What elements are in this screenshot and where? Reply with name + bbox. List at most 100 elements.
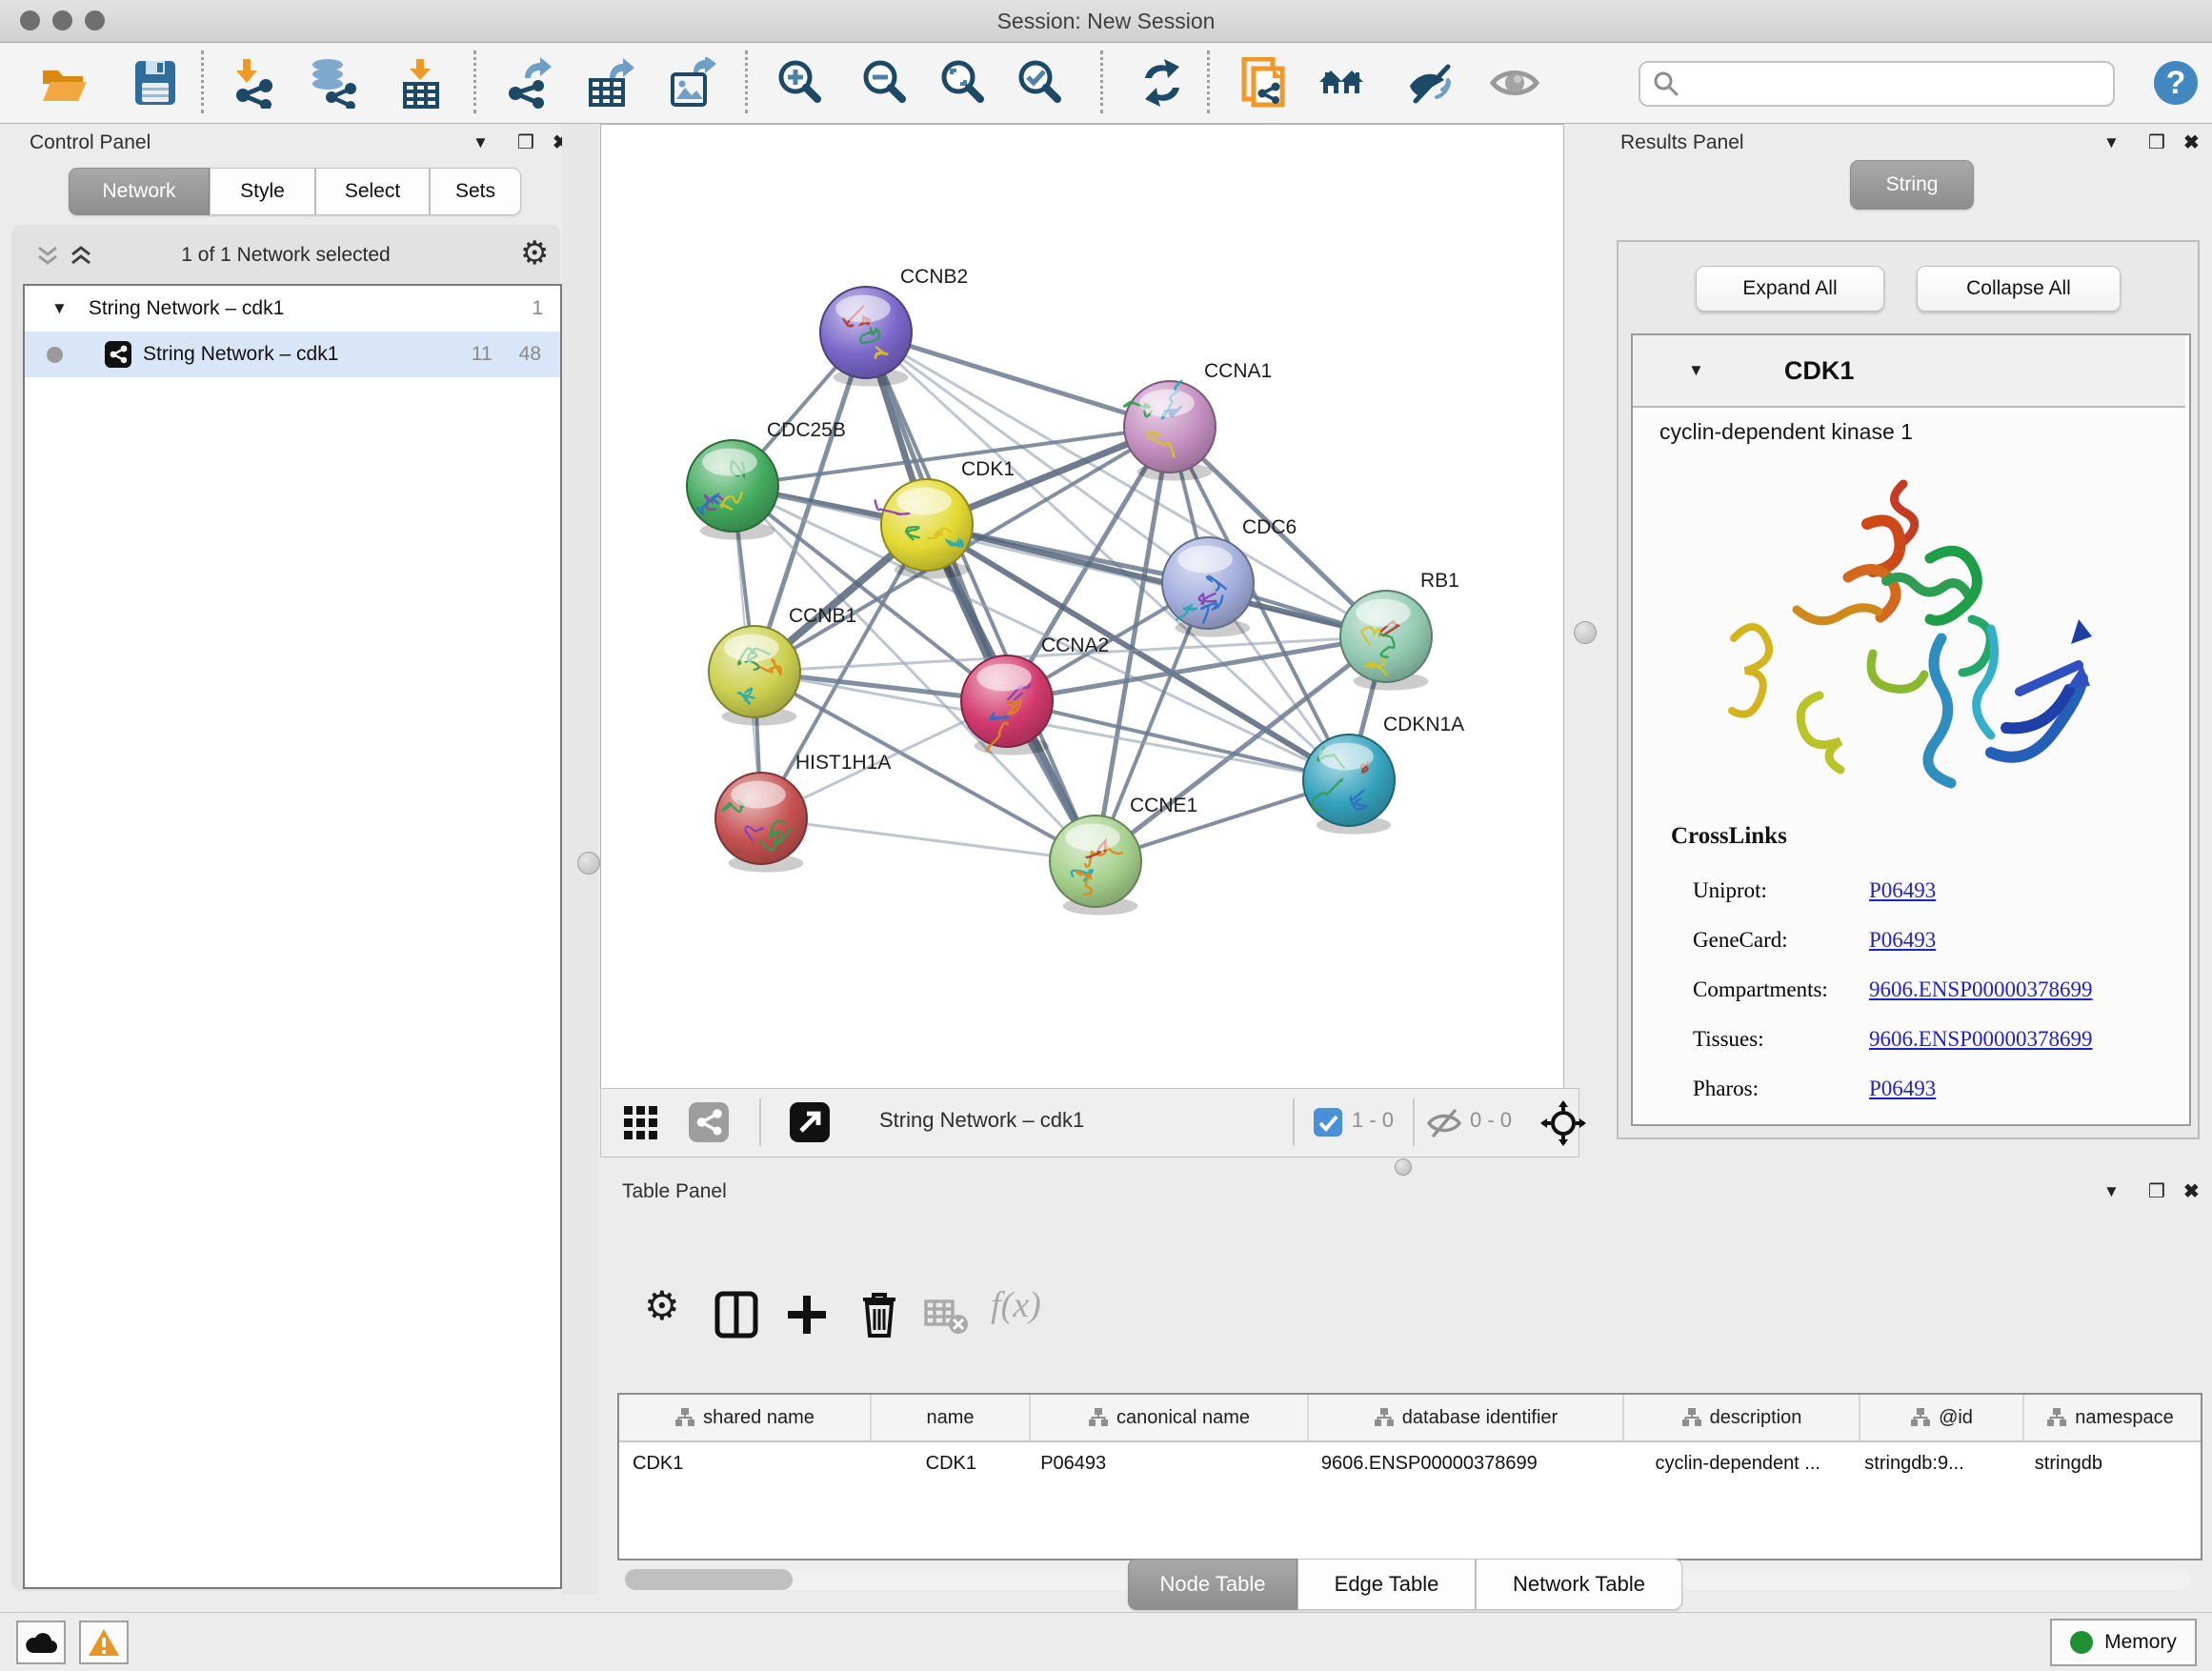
svg-text:RB1: RB1 <box>1420 570 1459 592</box>
separator <box>1413 1098 1415 1146</box>
clone-network-icon[interactable] <box>1240 57 1290 109</box>
network-canvas[interactable]: CCNB2CCNA1CDC25BCDK1CDC6RB1CCNB1CCNA2CDK… <box>600 124 1564 1089</box>
column-header[interactable]: name <box>872 1395 1031 1440</box>
column-header[interactable]: database identifier <box>1309 1395 1624 1440</box>
hidden-eye-slash-icon[interactable] <box>1426 1106 1462 1140</box>
tree-expander-icon[interactable]: ▼ <box>51 299 68 318</box>
network-collection-row[interactable]: ▼ String Network – cdk1 1 <box>25 286 560 332</box>
function-builder-icon[interactable]: f(x) <box>991 1284 1041 1326</box>
svg-text:CDKN1A: CDKN1A <box>1383 714 1464 735</box>
cell-database-identifier[interactable]: 9606.ENSP00000378699 <box>1308 1442 1624 1484</box>
edge-count: 48 <box>519 343 541 366</box>
delete-column-trash-icon[interactable] <box>855 1288 903 1341</box>
column-header[interactable]: @id <box>1860 1395 2024 1440</box>
home-networks-icon[interactable] <box>1317 57 1367 109</box>
delete-table-icon[interactable] <box>922 1288 970 1341</box>
main-toolbar: ? <box>0 43 2212 124</box>
toolbar-separator <box>1207 50 1210 113</box>
float-panel-icon[interactable]: ❒ <box>2148 131 2165 154</box>
crosslink-compartments-link[interactable]: 9606.ENSP00000378699 <box>1869 977 2093 1002</box>
panel-menu-icon[interactable]: ▼ <box>473 133 489 152</box>
cell-id[interactable]: stringdb:9... <box>1851 1442 2021 1484</box>
cell-namespace[interactable]: stringdb <box>2021 1442 2201 1484</box>
protein-section-header[interactable]: ▼ CDK1 <box>1633 335 2185 408</box>
search-input[interactable] <box>1688 66 2113 102</box>
export-image-icon[interactable] <box>667 57 716 109</box>
float-panel-icon[interactable]: ❒ <box>2148 1179 2165 1203</box>
scrollbar-thumb[interactable] <box>625 1569 793 1590</box>
crosslink-pharos-link[interactable]: P06493 <box>1869 1077 1936 1101</box>
cell-name[interactable]: CDK1 <box>875 1442 1028 1484</box>
import-network-database-icon[interactable] <box>307 57 356 109</box>
collapse-all-button[interactable]: Collapse All <box>1917 266 2121 312</box>
control-panel: Control Panel ▼ ❒ ✖ Network Style Select… <box>11 126 572 1595</box>
table-row[interactable]: CDK1 CDK1 P06493 9606.ENSP00000378699 cy… <box>619 1442 2201 1484</box>
cloud-button[interactable] <box>16 1621 66 1664</box>
svg-text:CDC6: CDC6 <box>1242 516 1297 538</box>
float-panel-icon[interactable]: ❒ <box>517 131 534 154</box>
tab-string[interactable]: String <box>1850 160 1974 210</box>
crosslink-genecard-link[interactable]: P06493 <box>1869 928 1936 953</box>
close-panel-icon[interactable]: ✖ <box>2183 131 2200 154</box>
export-network-icon[interactable] <box>504 57 553 109</box>
network-row-selected[interactable]: String Network – cdk1 11 48 <box>25 332 560 377</box>
memory-status-icon <box>2070 1631 2093 1654</box>
collection-count: 1 <box>532 297 543 320</box>
panel-menu-icon[interactable]: ▼ <box>2103 133 2120 152</box>
column-header[interactable]: canonical name <box>1031 1395 1309 1440</box>
tab-select[interactable]: Select <box>315 168 430 215</box>
memory-button[interactable]: Memory <box>2050 1619 2197 1666</box>
panel-menu-icon[interactable]: ▼ <box>2103 1182 2120 1201</box>
node-table: shared name name canonical name database… <box>617 1393 2202 1560</box>
right-splitter-knob[interactable] <box>1574 621 1597 644</box>
crosslink-uniprot-link[interactable]: P06493 <box>1869 878 1936 903</box>
section-expander-icon[interactable]: ▼ <box>1688 361 1704 380</box>
column-header[interactable]: shared name <box>619 1395 872 1440</box>
zoom-in-icon[interactable] <box>775 57 825 109</box>
hide-selected-eye-slash-icon[interactable] <box>1406 57 1456 109</box>
crosslink-tissues-link[interactable]: 9606.ENSP00000378699 <box>1869 1027 2093 1052</box>
tab-sets[interactable]: Sets <box>430 168 521 215</box>
show-eye-icon[interactable] <box>1490 57 1539 109</box>
network-options-gear-icon[interactable]: ⚙ <box>520 234 549 272</box>
search-field <box>1639 61 2115 107</box>
close-panel-icon[interactable]: ✖ <box>2183 1179 2200 1203</box>
zoom-fit-icon[interactable] <box>938 57 988 109</box>
column-header[interactable]: namespace <box>2024 1395 2196 1440</box>
zoom-selected-icon[interactable] <box>1016 57 1065 109</box>
warning-button[interactable] <box>79 1621 129 1664</box>
detach-view-icon[interactable] <box>790 1102 830 1142</box>
grid-view-icon[interactable] <box>622 1104 660 1142</box>
birds-eye-crosshair-icon[interactable] <box>1540 1100 1586 1146</box>
refresh-layout-icon[interactable] <box>1137 57 1187 109</box>
cell-shared-name[interactable]: CDK1 <box>619 1442 875 1484</box>
save-session-icon[interactable] <box>131 57 180 109</box>
cell-canonical-name[interactable]: P06493 <box>1027 1442 1308 1484</box>
import-table-icon[interactable] <box>395 57 445 109</box>
table-header-row: shared name name canonical name database… <box>619 1395 2201 1442</box>
open-file-icon[interactable] <box>39 57 89 109</box>
add-column-icon[interactable] <box>783 1288 831 1341</box>
table-options-gear-icon[interactable]: ⚙ <box>644 1282 680 1329</box>
export-table-icon[interactable] <box>585 57 634 109</box>
zoom-out-icon[interactable] <box>860 57 910 109</box>
crosslink-label: Uniprot: <box>1693 878 1767 903</box>
hierarchy-icon <box>1088 1407 1109 1428</box>
tab-network[interactable]: Network <box>69 168 210 215</box>
tab-edge-table[interactable]: Edge Table <box>1297 1559 1476 1610</box>
cell-description[interactable]: cyclin-dependent ... <box>1624 1442 1851 1484</box>
help-icon[interactable]: ? <box>2151 57 2201 109</box>
expand-all-button[interactable]: Expand All <box>1696 266 1884 312</box>
network-graph[interactable]: CCNB2CCNA1CDC25BCDK1CDC6RB1CCNB1CCNA2CDK… <box>601 125 1563 1088</box>
tab-node-table[interactable]: Node Table <box>1128 1559 1297 1610</box>
import-network-icon[interactable] <box>230 57 279 109</box>
network-share-gray-icon[interactable] <box>689 1102 729 1142</box>
control-panel-tabs: Network Style Select Sets <box>69 168 521 215</box>
tab-network-table[interactable]: Network Table <box>1476 1559 1682 1610</box>
column-header[interactable]: description <box>1624 1395 1860 1440</box>
selected-checkbox-icon[interactable] <box>1314 1108 1342 1137</box>
left-splitter-knob[interactable] <box>577 852 600 875</box>
tab-style[interactable]: Style <box>210 168 315 215</box>
network-tree: ▼ String Network – cdk1 1 String Network… <box>23 284 562 1589</box>
show-columns-icon[interactable] <box>713 1288 760 1341</box>
